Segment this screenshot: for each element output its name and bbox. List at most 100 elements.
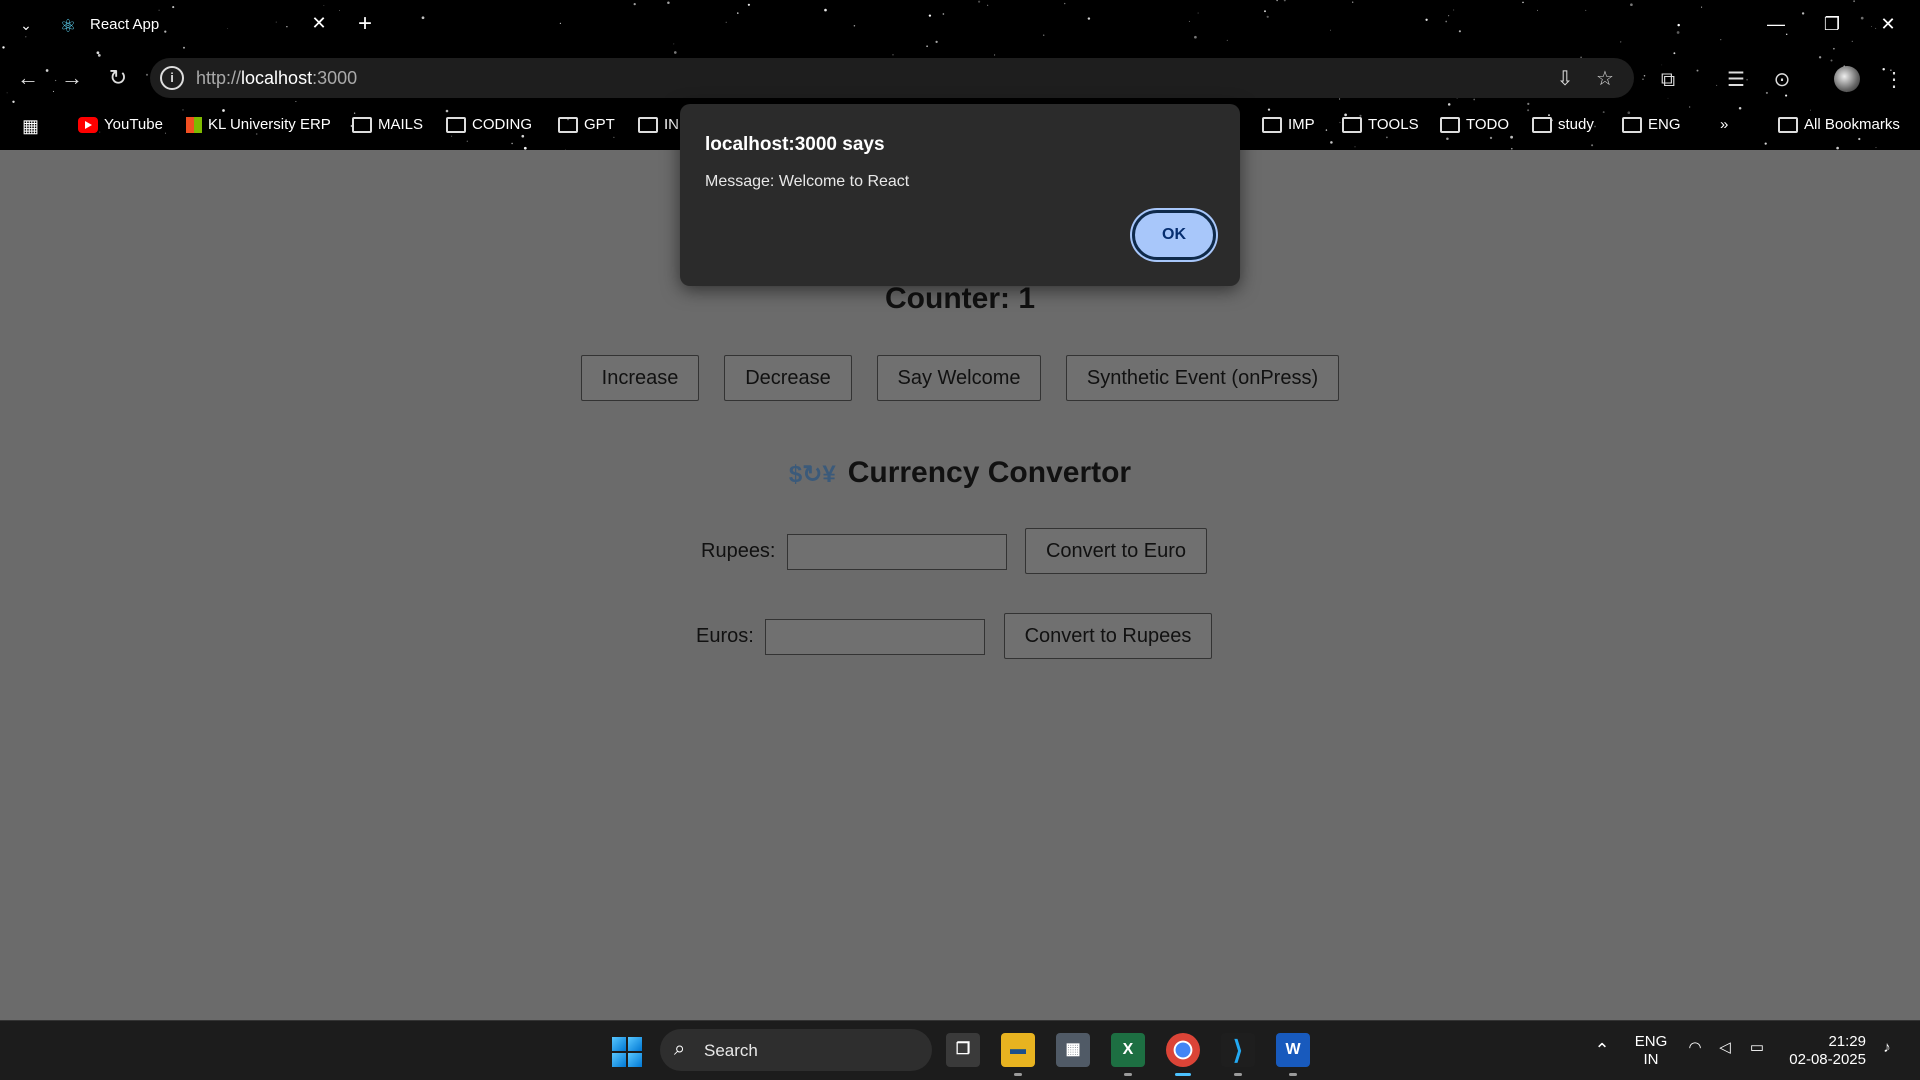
bookmark-youtube[interactable]: YouTube (78, 114, 163, 136)
file-explorer-icon[interactable]: ▬ (1001, 1033, 1035, 1067)
dialog-ok-button[interactable]: OK (1132, 210, 1216, 260)
counter-heading: Counter: 1 (885, 282, 1035, 315)
rupees-input[interactable] (787, 534, 1007, 570)
say-welcome-button[interactable]: Say Welcome (877, 355, 1041, 401)
react-logo-icon: ⚛ (60, 16, 77, 36)
star (1689, 106, 1691, 108)
reading-list-icon[interactable]: ☰ (1722, 66, 1750, 94)
youtube-icon (78, 117, 98, 134)
star (1354, 146, 1356, 148)
decrease-button[interactable]: Decrease (724, 355, 852, 401)
site-info-icon[interactable]: i (160, 66, 184, 90)
bookmark-folder-mails[interactable]: MAILS (352, 114, 423, 136)
folder-icon (638, 117, 658, 134)
forward-arrow-icon[interactable]: → (58, 64, 86, 92)
microsoft-icon (186, 117, 202, 134)
folder-icon (1440, 117, 1460, 134)
tab-close-icon[interactable]: ✕ (308, 13, 330, 34)
running-indicator (1014, 1073, 1022, 1076)
star (1527, 102, 1530, 105)
star (1673, 52, 1676, 55)
wifi-icon[interactable]: ◠ (1684, 1039, 1706, 1057)
all-bookmarks[interactable]: All Bookmarks (1778, 114, 1900, 136)
star (12, 100, 15, 103)
bookmark-folder-study[interactable]: study (1532, 114, 1594, 136)
more-bookmarks-chevron-icon[interactable]: » (1720, 114, 1728, 136)
windows-taskbar: ⌕ Search ❐ ▬ ▦ X ⟩ W ⌃ ENG IN ◠ ◁ ▭ 21:2… (0, 1020, 1920, 1080)
euros-label: Euros: (696, 625, 754, 647)
active-indicator (1175, 1073, 1191, 1076)
star (511, 142, 513, 145)
bookmark-folder-gpt[interactable]: GPT (558, 114, 615, 136)
battery-icon[interactable]: ▭ (1744, 1039, 1770, 1057)
running-indicator (1124, 1073, 1132, 1076)
new-tab-plus-icon[interactable]: + (352, 11, 378, 37)
volume-icon[interactable]: ◁ (1714, 1039, 1736, 1057)
minimize-icon[interactable]: — (1756, 10, 1796, 38)
address-bar[interactable]: i http://localhost:3000 ⇩ ☆ (150, 58, 1634, 98)
rupees-label: Rupees: (701, 540, 776, 562)
calculator-icon[interactable]: ▦ (1056, 1033, 1090, 1067)
word-icon[interactable]: W (1276, 1033, 1310, 1067)
folder-icon (1342, 117, 1362, 134)
lens-capture-icon[interactable]: ⊙ (1768, 66, 1796, 94)
task-view-icon[interactable]: ❐ (946, 1033, 980, 1067)
menu-kebab-icon[interactable]: ⋮ (1880, 66, 1908, 94)
convert-to-euro-button[interactable]: Convert to Euro (1025, 528, 1207, 574)
install-app-icon[interactable]: ⇩ (1552, 66, 1578, 92)
excel-icon[interactable]: X (1111, 1033, 1145, 1067)
bookmark-kl-erp[interactable]: KL University ERP (186, 114, 331, 136)
currency-heading: $↻¥ Currency Convertor (788, 456, 1132, 489)
restore-icon[interactable]: ❐ (1812, 10, 1852, 38)
window-close-icon[interactable]: ✕ (1868, 10, 1908, 38)
apps-grid-icon[interactable]: ▦ (22, 116, 42, 136)
bookmark-folder-todo[interactable]: TODO (1440, 114, 1509, 136)
star (1591, 144, 1594, 147)
euros-input[interactable] (765, 619, 985, 655)
taskbar-search-label: Search (704, 1041, 758, 1060)
bookmark-folder-in[interactable]: IN (638, 114, 679, 136)
synthetic-event-button[interactable]: Synthetic Event (onPress) (1066, 355, 1339, 401)
bookmark-folder-coding[interactable]: CODING (446, 114, 532, 136)
star (295, 100, 297, 103)
chrome-icon[interactable] (1166, 1033, 1200, 1067)
alert-dialog: localhost:3000 says Message: Welcome to … (680, 104, 1240, 286)
dialog-title: localhost:3000 says (705, 134, 885, 155)
windows-start-icon[interactable] (612, 1037, 642, 1067)
bookmark-folder-tools[interactable]: TOOLS (1342, 114, 1419, 136)
search-icon: ⌕ (674, 1038, 686, 1060)
folder-icon (1262, 117, 1282, 134)
star (96, 51, 100, 55)
folder-icon (1778, 117, 1798, 134)
running-indicator (1234, 1073, 1242, 1076)
star (1764, 142, 1767, 145)
reload-icon[interactable]: ↻ (104, 64, 132, 92)
notification-bell-icon[interactable]: ♪ (1876, 1039, 1898, 1057)
star (1875, 147, 1877, 148)
folder-icon (352, 117, 372, 134)
bookmark-folder-eng[interactable]: ENG (1622, 114, 1681, 136)
vscode-icon[interactable]: ⟩ (1221, 1033, 1255, 1067)
taskbar-search-box[interactable]: ⌕ Search (660, 1029, 932, 1071)
clock[interactable]: 21:29 02-08-2025 (1780, 1033, 1866, 1069)
profile-avatar[interactable] (1834, 66, 1860, 92)
increase-button[interactable]: Increase (581, 355, 699, 401)
star (466, 140, 468, 142)
language-indicator[interactable]: ENG IN (1630, 1033, 1672, 1069)
folder-icon (1622, 117, 1642, 134)
show-hidden-icons-chevron-icon[interactable]: ⌃ (1590, 1041, 1614, 1059)
folder-icon (558, 117, 578, 134)
running-indicator (1289, 1073, 1297, 1076)
bookmark-star-icon[interactable]: ☆ (1592, 66, 1618, 92)
back-arrow-icon[interactable]: ← (14, 64, 42, 92)
currency-exchange-icon: $↻¥ (788, 461, 836, 488)
tab-search-chevron-icon[interactable]: ⌄ (14, 13, 38, 37)
bookmark-folder-imp[interactable]: IMP (1262, 114, 1315, 136)
extensions-puzzle-icon[interactable]: ⧉ (1654, 66, 1682, 94)
browser-toolbar: ← → ↻ i http://localhost:3000 ⇩ ☆ ⧉ ☰ ⊙ … (0, 56, 1920, 100)
tab-react-app[interactable]: ⚛ React App ✕ (52, 8, 334, 50)
star (673, 51, 677, 54)
convert-to-rupees-button[interactable]: Convert to Rupees (1004, 613, 1212, 659)
url-text[interactable]: http://localhost:3000 (196, 68, 357, 89)
star (1447, 103, 1451, 106)
